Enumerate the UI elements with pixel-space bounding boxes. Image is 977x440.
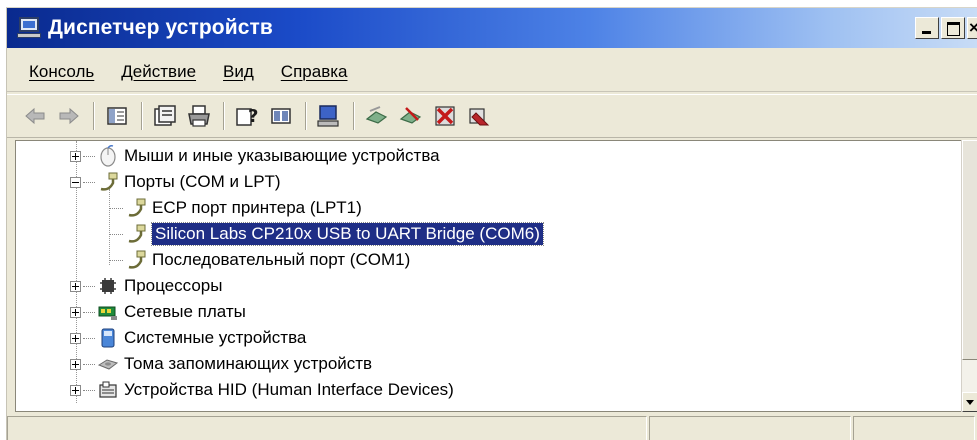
- menu-action[interactable]: Действие: [121, 62, 196, 82]
- status-panel-right: [853, 416, 975, 440]
- disable-device-icon[interactable]: [397, 102, 425, 130]
- port-icon: [125, 249, 147, 271]
- window-title: Диспетчер устройств: [48, 16, 273, 39]
- tree-node-label: Последовательный порт (COM1): [152, 250, 411, 269]
- expand-icon[interactable]: [70, 358, 81, 370]
- tree-node-storage-volumes[interactable]: Тома запоминающих устройств: [70, 351, 372, 377]
- update-driver-icon[interactable]: [465, 102, 493, 130]
- tree-node-label: Мыши и иные указывающие устройства: [124, 146, 440, 165]
- view-icon[interactable]: [267, 102, 295, 130]
- tree-node-processors[interactable]: Процессоры: [70, 273, 222, 299]
- tree-node-ports[interactable]: Порты (COM и LPT): [70, 169, 281, 195]
- tree-node-label: Системные устройства: [124, 328, 307, 347]
- device-manager-window: Диспетчер устройств × Консоль Действие В…: [6, 7, 977, 440]
- uninstall-device-icon[interactable]: [431, 102, 459, 130]
- tree-node-label: ECP порт принтера (LPT1): [152, 198, 362, 217]
- expand-icon[interactable]: [70, 280, 81, 292]
- toolbar-separator: [223, 102, 225, 130]
- minimize-button[interactable]: [915, 17, 939, 39]
- close-button[interactable]: ×: [967, 17, 977, 39]
- processor-icon: [97, 275, 119, 297]
- tree-node-label: Порты (COM и LPT): [124, 172, 281, 191]
- menu-help[interactable]: Справка: [281, 62, 348, 82]
- status-panel-middle: [649, 416, 851, 440]
- device-tree[interactable]: Мыши и иные указывающие устройства Порты…: [15, 140, 961, 412]
- storage-volume-icon: [97, 353, 119, 375]
- toolbar-separator: [141, 102, 143, 130]
- forward-icon[interactable]: [55, 102, 83, 130]
- hid-icon: [97, 379, 119, 401]
- mouse-icon: [97, 145, 119, 167]
- back-icon[interactable]: [21, 102, 49, 130]
- tree-connector: [83, 181, 95, 183]
- scrollbar-thumb[interactable]: [962, 140, 977, 360]
- status-bar: [7, 416, 977, 440]
- tree-node-cp210x[interactable]: Silicon Labs CP210x USB to UART Bridge (…: [109, 221, 544, 247]
- tree-connector: [83, 389, 95, 391]
- tree-connector: [109, 233, 123, 235]
- scan-hardware-icon[interactable]: [363, 102, 391, 130]
- collapse-icon[interactable]: [70, 176, 81, 188]
- status-panel-main: [7, 416, 647, 440]
- tree-connector: [83, 311, 95, 313]
- port-icon: [125, 223, 147, 245]
- tree-connector: [83, 155, 95, 157]
- tree-node-label: Устройства HID (Human Interface Devices): [124, 380, 454, 399]
- menu-console[interactable]: Консоль: [29, 62, 94, 82]
- toolbar-separator: [353, 102, 355, 130]
- vertical-scrollbar[interactable]: [961, 140, 977, 412]
- tree-node-network-cards[interactable]: Сетевые платы: [70, 299, 246, 325]
- expand-icon[interactable]: [70, 306, 81, 318]
- computer-icon[interactable]: [315, 102, 343, 130]
- toolbar-separator: [93, 102, 95, 130]
- print-icon[interactable]: [185, 102, 213, 130]
- expand-icon[interactable]: [70, 384, 81, 396]
- network-card-icon: [97, 301, 119, 323]
- help-icon[interactable]: ?: [233, 102, 261, 130]
- tree-connector: [109, 259, 123, 261]
- toolbar: ?: [7, 94, 977, 138]
- expand-icon[interactable]: [70, 150, 81, 162]
- tree-connector: [83, 285, 95, 287]
- tree-connector: [109, 207, 123, 209]
- scroll-down-button[interactable]: [962, 392, 977, 412]
- properties-icon[interactable]: [151, 102, 179, 130]
- tree-node-label: Тома запоминающих устройств: [124, 354, 373, 373]
- device-manager-icon: [17, 17, 41, 39]
- system-device-icon: [97, 327, 119, 349]
- title-bar[interactable]: Диспетчер устройств ×: [7, 8, 977, 48]
- menu-bar: Консоль Действие Вид Справка: [7, 52, 977, 92]
- maximize-button[interactable]: [941, 17, 965, 39]
- tree-node-label: Процессоры: [124, 276, 223, 295]
- show-hide-tree-icon[interactable]: [103, 102, 131, 130]
- expand-icon[interactable]: [70, 332, 81, 344]
- tree-node-ecp-port[interactable]: ECP порт принтера (LPT1): [109, 195, 362, 221]
- tree-connector: [83, 363, 95, 365]
- port-icon: [125, 197, 147, 219]
- svg-text:?: ?: [248, 106, 258, 127]
- tree-connector: [83, 337, 95, 339]
- tree-node-hid[interactable]: Устройства HID (Human Interface Devices): [70, 377, 454, 403]
- menu-view[interactable]: Вид: [223, 62, 254, 82]
- port-icon: [97, 171, 119, 193]
- tree-node-label: Silicon Labs CP210x USB to UART Bridge (…: [151, 222, 544, 246]
- tree-node-com1[interactable]: Последовательный порт (COM1): [109, 247, 410, 273]
- tree-node-system-devices[interactable]: Системные устройства: [70, 325, 306, 351]
- tree-node-label: Сетевые платы: [124, 302, 246, 321]
- toolbar-separator: [305, 102, 307, 130]
- tree-node-mice[interactable]: Мыши и иные указывающие устройства: [70, 143, 440, 169]
